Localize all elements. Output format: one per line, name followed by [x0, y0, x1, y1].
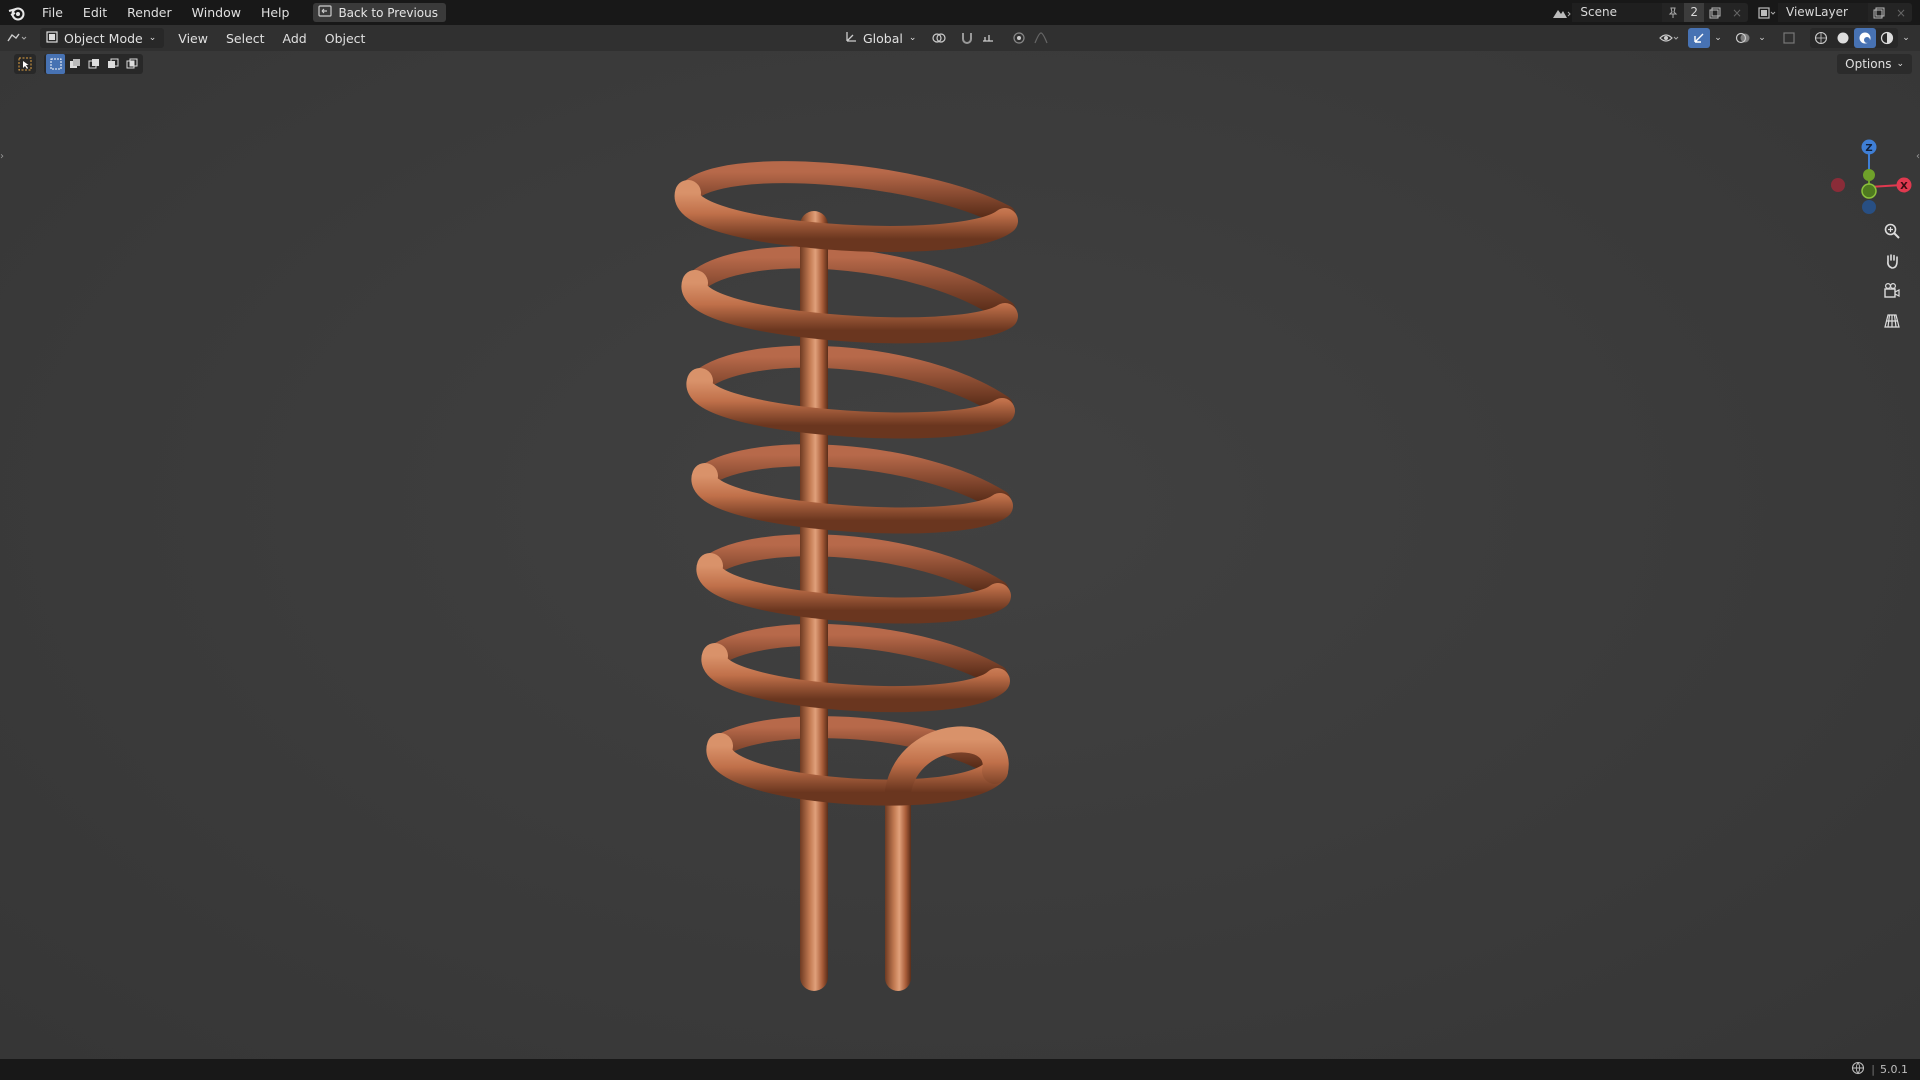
gizmo-x-label: X — [1900, 181, 1908, 192]
scene-user-count: 2 — [1684, 3, 1704, 22]
chevron-down-icon[interactable]: ⌄ — [1712, 28, 1724, 48]
pivot-point-icon[interactable] — [928, 28, 950, 48]
menu-view[interactable]: View — [172, 28, 214, 48]
shading-mode-group — [1810, 28, 1898, 48]
falloff-curve-icon[interactable] — [1030, 28, 1052, 48]
view-layer-name-field[interactable]: ViewLayer — [1778, 3, 1868, 22]
pan-hand-icon[interactable] — [1880, 249, 1904, 273]
close-scene-icon[interactable]: × — [1726, 3, 1748, 22]
status-bar: | 5.0.1 — [0, 1059, 1920, 1080]
screen-back-icon — [318, 5, 333, 20]
scene-selector[interactable]: Scene 2 × — [1572, 3, 1748, 22]
editor-type-button[interactable] — [0, 28, 36, 48]
material-preview-shading-icon[interactable] — [1854, 28, 1876, 48]
new-scene-icon[interactable] — [1704, 3, 1726, 22]
xray-toggle-icon[interactable] — [1778, 28, 1800, 48]
gizmo-neg-y-icon[interactable] — [1861, 183, 1877, 199]
selection-mode-group — [44, 54, 143, 74]
menu-add[interactable]: Add — [277, 28, 313, 48]
back-to-previous-button[interactable]: Back to Previous — [313, 3, 446, 22]
blender-logo-icon[interactable] — [2, 0, 32, 25]
version-label: 5.0.1 — [1880, 1063, 1908, 1076]
wireframe-shading-icon[interactable] — [1810, 28, 1832, 48]
close-view-layer-icon[interactable]: × — [1890, 3, 1912, 22]
viewport-display-tools: ⌄ ⌄ ⌄ — [1658, 28, 1912, 48]
object-mode-label: Object Mode — [64, 30, 143, 46]
gizmo-neg-x-icon[interactable] — [1831, 178, 1845, 192]
tool-settings-row — [14, 54, 143, 74]
options-label: Options — [1845, 57, 1892, 71]
zoom-icon[interactable] — [1880, 219, 1904, 243]
menu-window[interactable]: Window — [182, 0, 251, 25]
scene-name-field[interactable]: Scene — [1572, 3, 1663, 22]
gizmo-y-icon[interactable] — [1863, 169, 1875, 181]
menu-object[interactable]: Object — [319, 28, 372, 48]
gizmo-toggle-icon[interactable] — [1688, 28, 1710, 48]
menu-help[interactable]: Help — [251, 0, 300, 25]
solid-shading-icon[interactable] — [1832, 28, 1854, 48]
select-new-icon[interactable] — [46, 54, 65, 74]
chevron-down-icon: ⌄ — [1896, 59, 1904, 69]
object-mode-dropdown[interactable]: Object Mode ⌄ — [40, 28, 165, 48]
navigation-gizmo[interactable]: Z X — [1820, 135, 1920, 225]
menu-edit[interactable]: Edit — [73, 0, 117, 25]
view-layer-type-icon[interactable] — [1756, 3, 1778, 22]
copper-helix-coil[interactable] — [660, 151, 1060, 1001]
orientation-label: Global — [863, 30, 903, 46]
camera-view-icon[interactable] — [1880, 279, 1904, 303]
object-mode-icon — [46, 30, 58, 46]
select-subtract-icon[interactable] — [84, 54, 103, 74]
select-intersect-icon[interactable] — [122, 54, 141, 74]
pin-icon[interactable] — [1662, 3, 1684, 22]
new-view-layer-icon[interactable] — [1868, 3, 1890, 22]
orientation-axes-icon — [844, 30, 858, 47]
menu-file[interactable]: File — [32, 0, 73, 25]
menu-render[interactable]: Render — [117, 0, 182, 25]
viewport-header: Object Mode ⌄ View Select Add Object Glo… — [0, 25, 1920, 51]
snap-icon[interactable] — [956, 28, 978, 48]
overlays-icon[interactable] — [1732, 28, 1754, 48]
transform-orientation-dropdown[interactable]: Global ⌄ — [838, 28, 922, 48]
select-extend-icon[interactable] — [65, 54, 84, 74]
perspective-grid-icon[interactable] — [1880, 309, 1904, 333]
3d-viewport[interactable]: › ‹ Z X — [0, 51, 1920, 1059]
scene-controls: Scene 2 × ViewLayer × — [1550, 0, 1920, 25]
chevron-down-icon[interactable]: ⌄ — [1756, 28, 1768, 48]
proportional-editing-icon[interactable] — [1008, 28, 1030, 48]
version-divider: | — [1871, 1063, 1875, 1076]
chevron-down-icon[interactable]: ⌄ — [1900, 28, 1912, 48]
options-dropdown[interactable]: Options ⌄ — [1837, 54, 1912, 74]
chevron-down-icon: ⌄ — [908, 33, 917, 43]
navigation-buttons — [1880, 219, 1904, 333]
view-layer-selector[interactable]: ViewLayer × — [1778, 3, 1912, 22]
rendered-shading-icon[interactable] — [1876, 28, 1898, 48]
menu-select[interactable]: Select — [220, 28, 271, 48]
select-invert-icon[interactable] — [103, 54, 122, 74]
snap-target-icon[interactable] — [978, 28, 1000, 48]
network-globe-icon — [1851, 1061, 1865, 1078]
gizmo-neg-z-icon[interactable] — [1862, 200, 1876, 214]
back-to-previous-label: Back to Previous — [338, 5, 438, 20]
transform-tools: Global ⌄ — [838, 28, 1052, 48]
visibility-eye-icon[interactable] — [1658, 28, 1680, 48]
select-box-tool-icon[interactable] — [14, 54, 36, 74]
gizmo-z-label: Z — [1865, 143, 1872, 154]
coil-second-leg — [885, 791, 911, 991]
chevron-down-icon: ⌄ — [148, 33, 157, 43]
scene-type-icon[interactable] — [1550, 3, 1572, 22]
top-menu-bar: File Edit Render Window Help Back to Pre… — [0, 0, 1920, 25]
toolbar-expand-arrow-icon[interactable]: › — [0, 151, 8, 167]
